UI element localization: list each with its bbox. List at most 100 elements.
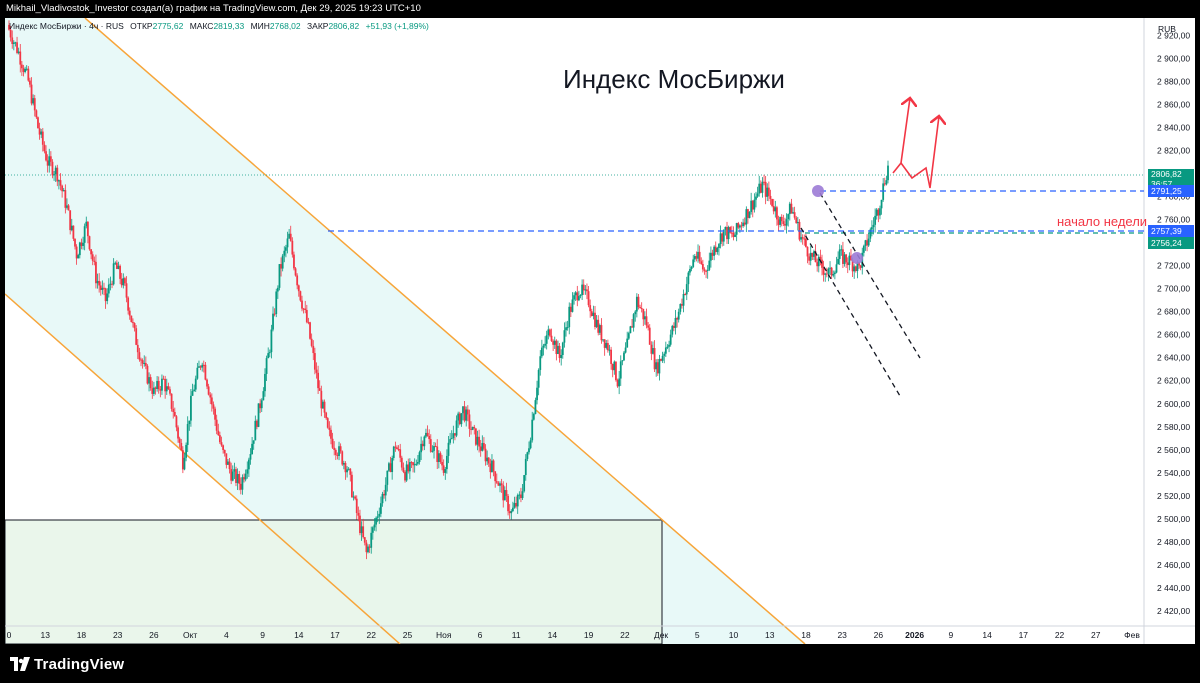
candle-body <box>631 326 633 328</box>
candle-body <box>318 388 321 391</box>
week-open-price-tag[interactable]: 2757,39 <box>1148 225 1194 237</box>
candle-body <box>854 266 857 272</box>
pivot-marker-top[interactable] <box>812 185 824 197</box>
candle-body <box>581 284 584 296</box>
candle-body <box>41 131 44 145</box>
candle-body <box>133 323 136 329</box>
candle-body <box>220 442 223 446</box>
candle-body <box>616 380 619 387</box>
price-tick-label: 2 640,00 <box>1157 353 1190 363</box>
pivot-marker-retest[interactable] <box>851 252 863 264</box>
candle-body <box>495 481 498 483</box>
candle-body <box>578 296 580 301</box>
time-tick-label: 14 <box>982 630 992 640</box>
price-tick-label: 2 900,00 <box>1157 53 1190 63</box>
candle-body <box>149 377 152 389</box>
candle-body <box>352 496 355 498</box>
candle-body <box>598 325 601 333</box>
candle-body <box>761 181 764 193</box>
candle-body <box>260 400 263 409</box>
candle-body <box>833 272 836 275</box>
time-tick-label: 13 <box>40 630 50 640</box>
candle-body <box>58 180 60 182</box>
candle-body <box>170 393 173 409</box>
drawing-layer-background <box>5 18 1144 644</box>
candle-body <box>99 285 102 290</box>
series-legend[interactable]: Индекс МосБиржи · 4ч · RUS ОТКР2775,62 М… <box>9 21 429 31</box>
candle-body <box>573 295 575 300</box>
candle-body <box>732 232 735 237</box>
candle-body <box>330 429 332 439</box>
candle-body <box>268 352 271 354</box>
price-axis[interactable]: 2 420,00 2 440,00 2 460,00 2 480,00 2 500,00… <box>1143 18 1190 644</box>
candle-body <box>615 361 617 381</box>
support-box[interactable] <box>5 519 663 644</box>
prev-close-price-tag[interactable]: 2756,24 <box>1148 237 1194 249</box>
candle-body <box>859 265 862 268</box>
tradingview-logo[interactable]: TradingView <box>10 654 124 674</box>
candle-body <box>270 329 273 353</box>
candle-body <box>780 216 783 222</box>
candle-body <box>584 289 587 291</box>
candle-body <box>421 443 424 447</box>
currency-label: RUB <box>1158 24 1176 34</box>
candle-body <box>626 338 629 348</box>
candle-body <box>307 322 310 324</box>
candle-body <box>109 283 112 285</box>
candle-body <box>619 361 622 379</box>
candle-body <box>516 495 519 507</box>
trend-line-dashed-1[interactable] <box>800 227 901 397</box>
candle-body <box>539 356 542 370</box>
price-chart[interactable]: 2 420,00 2 440,00 2 460,00 2 480,00 2 500,00… <box>5 18 1195 644</box>
candle-body <box>173 411 176 417</box>
candle-body <box>275 291 278 314</box>
price-tick-label: 2 560,00 <box>1157 445 1190 455</box>
resistance-price-tag[interactable]: 2791,25 <box>1148 185 1194 197</box>
footer-bar: TradingView <box>0 644 1200 683</box>
attribution-bar: Mikhail_Vladivostok_Investor создал(а) г… <box>0 0 1200 18</box>
candle-body <box>738 225 741 228</box>
candle-body <box>293 254 295 269</box>
candle-body <box>664 347 667 354</box>
candle-body <box>283 250 286 256</box>
candle-body <box>262 391 265 401</box>
chart-panel[interactable]: 2 420,00 2 440,00 2 460,00 2 480,00 2 500,00… <box>5 18 1195 644</box>
candle-body <box>148 377 150 384</box>
candle-body <box>466 409 469 415</box>
candle-body <box>558 345 561 359</box>
candle-body <box>600 325 603 341</box>
candle-body <box>751 200 754 210</box>
candle-body <box>611 363 614 371</box>
candle-body <box>383 493 386 496</box>
candle-body <box>69 210 72 231</box>
candle-body <box>479 446 482 451</box>
price-tick-label: 2 680,00 <box>1157 307 1190 317</box>
candle-body <box>75 246 78 259</box>
candle-body <box>644 316 646 320</box>
candle-body <box>660 359 662 361</box>
candle-body <box>520 494 522 499</box>
candle-body <box>772 205 775 212</box>
candle-body <box>862 245 865 253</box>
candle-body <box>785 219 788 226</box>
candle-body <box>51 161 54 176</box>
candle-body <box>864 240 867 246</box>
candle-body <box>235 469 237 483</box>
candle-body <box>209 394 212 398</box>
candle-body <box>645 316 648 326</box>
candle-body <box>470 428 472 430</box>
candle-body <box>449 439 452 443</box>
price-tick-label: 2 500,00 <box>1157 514 1190 524</box>
candle-body <box>531 419 534 441</box>
candle-body <box>710 252 712 261</box>
candle-body <box>811 252 814 257</box>
candle-body <box>29 80 31 85</box>
candle-body <box>579 295 582 297</box>
candle-body <box>190 395 192 421</box>
candle-body <box>191 391 194 396</box>
legend-low-value: 2768,02 <box>269 21 301 31</box>
candle-body <box>450 438 453 440</box>
forecast-arrow-1[interactable] <box>892 98 910 174</box>
candle-body <box>759 183 762 193</box>
candle-body <box>181 450 184 470</box>
